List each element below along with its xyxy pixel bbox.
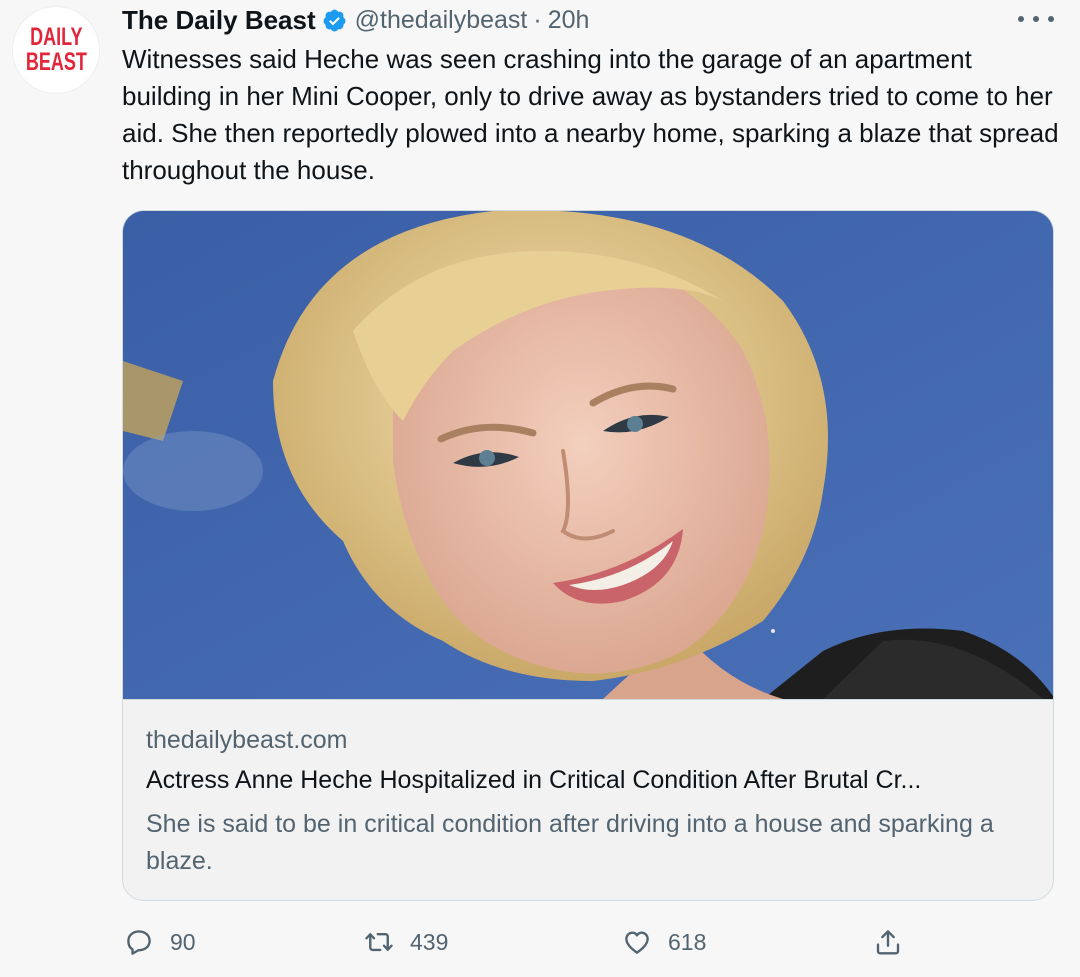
reply-icon: [127, 930, 151, 955]
display-name[interactable]: The Daily Beast: [122, 5, 316, 36]
retweet-button[interactable]: 439: [364, 920, 448, 964]
handle[interactable]: @thedailybeast: [355, 6, 528, 35]
reply-count: 90: [170, 928, 196, 955]
timestamp[interactable]: 20h: [548, 6, 590, 35]
tweet-header: The Daily Beast @thedailybeast · 20h: [122, 3, 589, 37]
retweet-count: 439: [410, 928, 449, 955]
more-options-icon[interactable]: [1018, 12, 1054, 26]
separator: ·: [533, 5, 542, 34]
tweet-text: Witnesses said Heche was seen crashing i…: [122, 44, 1059, 185]
card-body: thedailybeast.com Actress Anne Heche Hos…: [123, 699, 1053, 900]
retweet-icon: [365, 932, 393, 952]
like-count: 618: [668, 928, 707, 955]
share-button[interactable]: [873, 920, 903, 964]
like-button[interactable]: 618: [622, 920, 706, 964]
avatar-logo-line-1: DAILY: [29, 23, 83, 51]
card-title[interactable]: Actress Anne Heche Hospitalized in Criti…: [146, 766, 1026, 795]
card-domain: thedailybeast.com: [146, 726, 348, 754]
heart-icon: [625, 931, 649, 954]
reply-button[interactable]: 90: [124, 920, 196, 964]
verified-badge-icon: [323, 9, 346, 31]
avatar-logo-line-2: BEAST: [25, 48, 87, 76]
action-bar: 90 439 618: [0, 920, 1080, 964]
card-description: She is said to be in critical condition …: [146, 810, 994, 875]
avatar[interactable]: DAILY BEAST: [12, 6, 100, 94]
article-photo[interactable]: [123, 211, 1053, 699]
tweet: DAILY BEAST The Daily Beast @thedailybea…: [0, 0, 1080, 977]
link-card[interactable]: thedailybeast.com Actress Anne Heche Hos…: [122, 210, 1054, 901]
share-icon: [876, 930, 900, 955]
